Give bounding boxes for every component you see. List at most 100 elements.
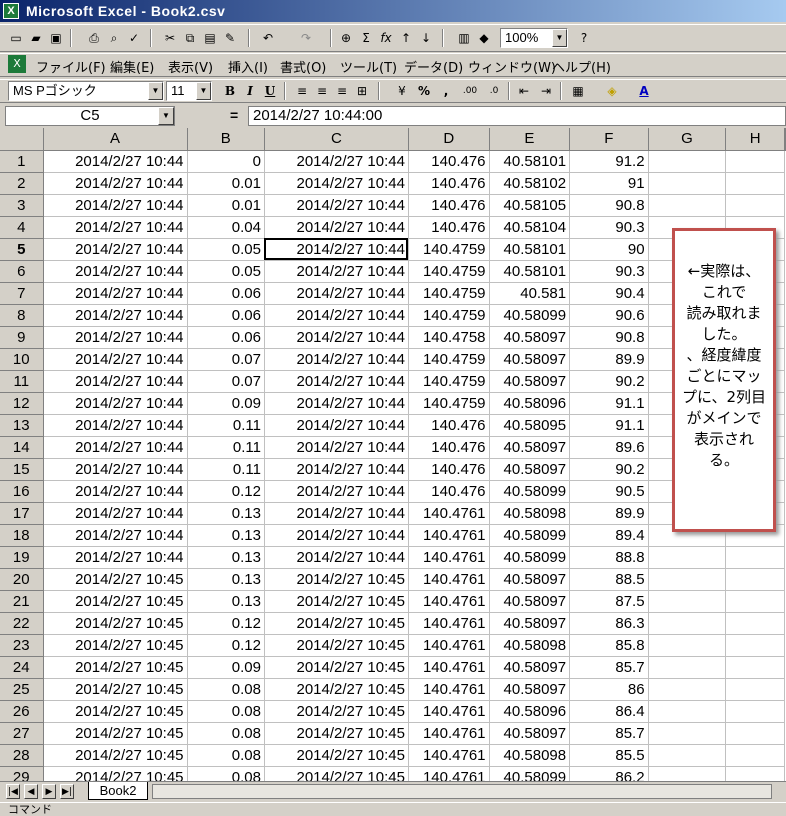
align-right-icon[interactable]: ≡ [332, 81, 352, 101]
cell[interactable]: 2014/2/27 10:44 [43, 194, 188, 217]
cell[interactable] [725, 766, 785, 781]
cell[interactable]: 40.581 [489, 282, 571, 305]
cell[interactable]: 90.5 [569, 480, 649, 503]
cell[interactable]: 0.09 [187, 392, 265, 415]
cell[interactable]: 0.07 [187, 370, 265, 393]
cell[interactable]: 140.4759 [408, 304, 490, 327]
cell[interactable]: 0.08 [187, 722, 265, 745]
cell[interactable] [648, 568, 727, 591]
cell[interactable]: 90 [569, 238, 649, 261]
paste-icon[interactable]: ▤ [200, 28, 220, 48]
cell[interactable] [725, 722, 785, 745]
cell[interactable]: 0 [187, 150, 265, 173]
cell[interactable] [648, 634, 727, 657]
cell[interactable]: 2014/2/27 10:44 [43, 414, 188, 437]
name-box[interactable]: C5 ▼ [5, 106, 175, 126]
menu-view[interactable]: 表示(V) [168, 57, 213, 76]
cell[interactable]: 0.06 [187, 304, 265, 327]
cell[interactable]: 140.4761 [408, 546, 490, 569]
cell[interactable]: 0.11 [187, 458, 265, 481]
cell[interactable] [648, 612, 727, 635]
cell[interactable]: 2014/2/27 10:45 [43, 722, 188, 745]
row-header[interactable]: 13 [0, 414, 44, 437]
cell[interactable]: 2014/2/27 10:44 [43, 150, 188, 173]
cell[interactable] [648, 656, 727, 679]
cell[interactable]: 140.4761 [408, 524, 490, 547]
cell[interactable]: 40.58097 [489, 436, 571, 459]
cell[interactable]: 140.476 [408, 194, 490, 217]
row-header[interactable]: 27 [0, 722, 44, 745]
cell[interactable]: 85.8 [569, 634, 649, 657]
cell[interactable]: 2014/2/27 10:44 [43, 392, 188, 415]
row-header[interactable]: 21 [0, 590, 44, 613]
menu-window[interactable]: ウィンドウ(W) [468, 57, 556, 76]
cell[interactable]: 2014/2/27 10:44 [43, 524, 188, 547]
undo-icon[interactable]: ↶ [258, 28, 278, 48]
cell[interactable]: 2014/2/27 10:44 [264, 480, 409, 503]
cell[interactable]: 0.05 [187, 238, 265, 261]
cell[interactable] [725, 634, 785, 657]
cell[interactable]: 89.9 [569, 502, 649, 525]
cell[interactable]: 40.58101 [489, 238, 571, 261]
cell[interactable]: 40.58099 [489, 766, 571, 781]
cell[interactable]: 2014/2/27 10:45 [264, 678, 409, 701]
row-header[interactable]: 24 [0, 656, 44, 679]
cell[interactable]: 140.476 [408, 150, 490, 173]
cell[interactable] [648, 744, 727, 767]
cell[interactable]: 2014/2/27 10:44 [43, 260, 188, 283]
column-header-e[interactable]: E [489, 128, 571, 151]
cell[interactable]: 140.4761 [408, 678, 490, 701]
cell[interactable]: 40.58096 [489, 392, 571, 415]
comma-button[interactable]: , [436, 81, 456, 101]
chevron-down-icon[interactable]: ▼ [552, 29, 567, 47]
cell[interactable]: 2014/2/27 10:44 [264, 458, 409, 481]
cell[interactable]: 2014/2/27 10:45 [43, 744, 188, 767]
cell[interactable] [725, 150, 785, 173]
cell[interactable]: 0.05 [187, 260, 265, 283]
cell[interactable]: 0.11 [187, 414, 265, 437]
cell[interactable]: 140.476 [408, 480, 490, 503]
cell[interactable]: 2014/2/27 10:44 [264, 304, 409, 327]
cell[interactable]: 2014/2/27 10:44 [43, 546, 188, 569]
cell[interactable]: 40.58097 [489, 656, 571, 679]
cell[interactable]: 2014/2/27 10:44 [43, 348, 188, 371]
menu-file[interactable]: ファイル(F) [36, 57, 106, 76]
cell[interactable]: 2014/2/27 10:44 [264, 348, 409, 371]
cell[interactable]: 140.4759 [408, 392, 490, 415]
sort-descending-icon[interactable]: ↓ [416, 28, 436, 48]
cell[interactable]: 40.58101 [489, 150, 571, 173]
cell[interactable] [648, 678, 727, 701]
currency-icon[interactable]: ¥ [392, 81, 412, 101]
cell[interactable]: 0.12 [187, 634, 265, 657]
hyperlink-icon[interactable]: ⊕ [336, 28, 356, 48]
cell[interactable]: 140.476 [408, 414, 490, 437]
cell[interactable]: 140.476 [408, 216, 490, 239]
cell[interactable]: 0.12 [187, 480, 265, 503]
cell[interactable]: 0.13 [187, 502, 265, 525]
row-header[interactable]: 19 [0, 546, 44, 569]
cell[interactable]: 2014/2/27 10:44 [43, 172, 188, 195]
cell[interactable]: 2014/2/27 10:44 [264, 194, 409, 217]
cell[interactable]: 90.3 [569, 216, 649, 239]
cell[interactable]: 2014/2/27 10:44 [264, 282, 409, 305]
cell[interactable]: 0.09 [187, 656, 265, 679]
cell[interactable]: 89.6 [569, 436, 649, 459]
cell[interactable]: 140.4761 [408, 656, 490, 679]
cell[interactable] [648, 700, 727, 723]
cell[interactable]: 85.5 [569, 744, 649, 767]
help-icon[interactable]: ? [574, 28, 594, 48]
zoom-select[interactable]: 100% ▼ [500, 28, 568, 48]
cell[interactable]: 2014/2/27 10:44 [264, 502, 409, 525]
cell[interactable]: 40.58098 [489, 502, 571, 525]
cell[interactable]: 40.58099 [489, 304, 571, 327]
cell[interactable]: 2014/2/27 10:44 [43, 502, 188, 525]
cell[interactable]: 2014/2/27 10:44 [43, 238, 188, 261]
cell[interactable]: 2014/2/27 10:45 [264, 612, 409, 635]
cut-icon[interactable]: ✂ [160, 28, 180, 48]
row-header[interactable]: 29 [0, 766, 44, 781]
cell[interactable] [725, 590, 785, 613]
cell[interactable]: 0.13 [187, 524, 265, 547]
sort-ascending-icon[interactable]: ↑ [396, 28, 416, 48]
menu-edit[interactable]: 編集(E) [110, 57, 154, 76]
underline-button[interactable]: U [260, 81, 280, 101]
